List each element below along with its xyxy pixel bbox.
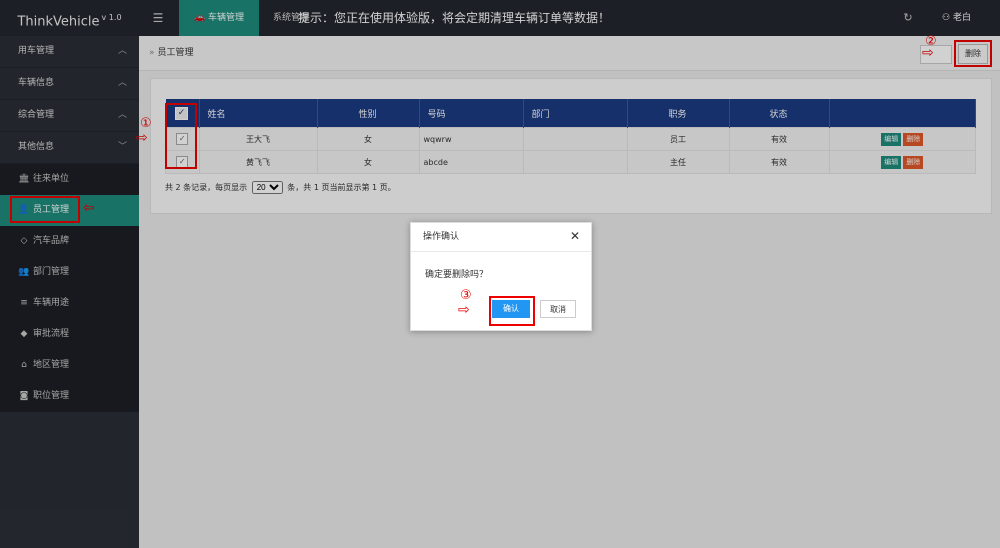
cancel-button[interactable]: 取消 (540, 300, 576, 318)
annotation-arrow-right: ⇨ (458, 302, 470, 318)
annotation-step-3: ③ (460, 288, 472, 303)
annotation-box-confirm (489, 296, 535, 326)
dialog-divider (411, 251, 591, 252)
close-icon[interactable]: ✕ (569, 230, 581, 242)
dialog-title: 操作确认 (423, 232, 460, 242)
dialog-message: 确定要删除吗？ (425, 270, 489, 280)
